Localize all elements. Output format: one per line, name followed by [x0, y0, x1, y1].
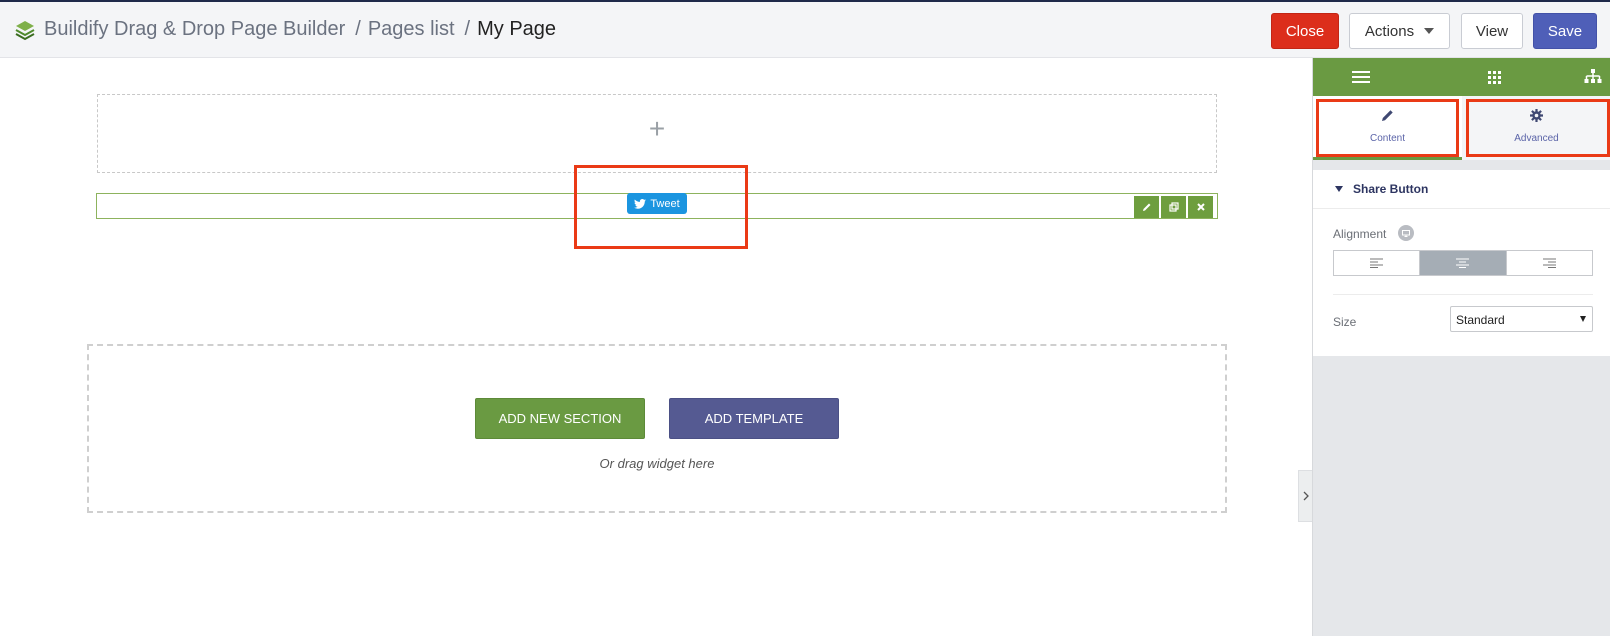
widgets-grid-button[interactable] [1464, 58, 1524, 96]
breadcrumb-separator: / [355, 18, 361, 40]
pencil-icon [1142, 203, 1150, 211]
add-new-section-button[interactable]: ADD NEW SECTION [475, 398, 645, 439]
top-bar: Buildify Drag & Drop Page Builder / Pages … [0, 0, 1610, 58]
edit-widget-button[interactable] [1134, 196, 1159, 218]
align-center-button[interactable] [1420, 251, 1507, 275]
add-section-dropzone[interactable] [87, 344, 1227, 513]
responsive-desktop-icon[interactable] [1398, 225, 1414, 241]
highlight-box-content-tab [1316, 99, 1459, 157]
close-button[interactable]: Close [1271, 13, 1339, 49]
add-template-button[interactable]: ADD TEMPLATE [669, 398, 839, 439]
breadcrumb-separator: / [464, 18, 471, 40]
duplicate-icon [1168, 202, 1179, 212]
section-title: Share Button [1353, 182, 1429, 196]
section-header-share-button[interactable]: Share Button [1313, 170, 1610, 209]
navigator-button[interactable] [1563, 58, 1610, 96]
widget-toolbar [1134, 196, 1213, 218]
align-left-icon [1370, 258, 1384, 268]
alignment-label: Alignment [1333, 227, 1387, 241]
app-title[interactable]: Buildify Drag & Drop Page Builder [44, 18, 345, 40]
save-button[interactable]: Save [1533, 13, 1597, 49]
add-column-plus-icon[interactable]: + [98, 113, 1216, 145]
align-left-button[interactable] [1334, 251, 1421, 275]
actions-dropdown-button[interactable]: Actions [1349, 13, 1450, 49]
drag-hint-text: Or drag widget here [599, 456, 715, 471]
empty-section[interactable]: + [97, 94, 1217, 173]
caret-down-icon [1580, 316, 1586, 322]
breadcrumb: Buildify Drag & Drop Page Builder / Pages … [44, 18, 556, 41]
chevron-right-icon [1303, 491, 1309, 501]
panel-collapse-toggle[interactable] [1298, 470, 1312, 522]
divider [1333, 294, 1593, 295]
panel-toolbar [1313, 58, 1610, 96]
close-icon [1196, 203, 1205, 211]
grid-icon [1488, 71, 1501, 84]
view-button[interactable]: View [1461, 13, 1523, 49]
caret-down-icon [1335, 186, 1343, 192]
size-select-value: Standard [1456, 313, 1505, 327]
sitemap-icon [1584, 69, 1602, 83]
align-right-icon [1542, 258, 1556, 268]
duplicate-widget-button[interactable] [1161, 196, 1186, 218]
hamburger-menu-icon [1352, 71, 1370, 83]
panel-controls: Share Button Alignment Size Standard [1313, 170, 1610, 356]
menu-button[interactable] [1331, 58, 1391, 96]
delete-widget-button[interactable] [1188, 196, 1213, 218]
size-select[interactable]: Standard [1450, 306, 1593, 332]
size-label: Size [1333, 315, 1357, 329]
caret-down-icon [1424, 28, 1435, 34]
align-right-button[interactable] [1506, 251, 1592, 275]
align-center-icon [1456, 258, 1470, 268]
breadcrumb-pages-list[interactable]: Pages list [368, 18, 455, 40]
layers-logo-icon [14, 19, 36, 41]
breadcrumb-current-page: My Page [477, 18, 557, 40]
highlight-box-advanced-tab [1466, 99, 1610, 157]
actions-label: Actions [1364, 22, 1415, 40]
alignment-control [1333, 250, 1593, 276]
highlight-box-tweet [574, 165, 748, 249]
